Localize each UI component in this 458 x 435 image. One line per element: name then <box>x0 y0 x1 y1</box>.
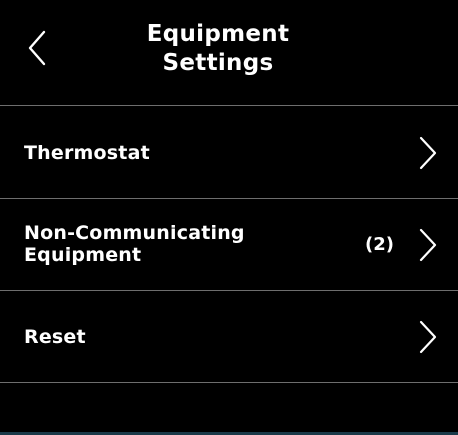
menu-item-label: Reset <box>24 326 86 348</box>
menu-item-label: Thermostat <box>24 142 150 164</box>
equipment-settings-screen: Equipment Settings Thermostat Non-Commun… <box>0 0 458 435</box>
chevron-right-icon <box>418 320 438 354</box>
equipment-count-badge: (2) <box>365 234 394 255</box>
chevron-right-icon <box>418 228 438 262</box>
menu-item-non-communicating-equipment[interactable]: Non-Communicating Equipment (2) <box>0 199 458 291</box>
page-title: Equipment Settings <box>146 21 290 76</box>
back-button[interactable] <box>22 26 62 70</box>
menu-item-reset[interactable]: Reset <box>0 291 458 383</box>
chevron-left-icon <box>22 26 62 70</box>
header: Equipment Settings <box>0 0 458 106</box>
chevron-right-icon <box>418 136 438 170</box>
menu-item-thermostat[interactable]: Thermostat <box>0 107 458 199</box>
menu-item-label: Non-Communicating Equipment <box>24 222 245 266</box>
